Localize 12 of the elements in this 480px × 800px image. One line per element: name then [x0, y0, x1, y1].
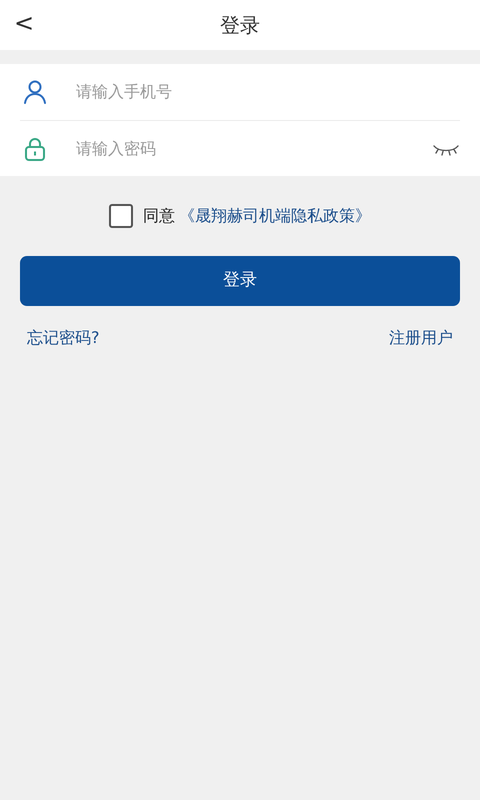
- user-icon: [22, 79, 48, 105]
- agreement-checkbox[interactable]: [109, 204, 133, 228]
- page-title: 登录: [220, 13, 260, 37]
- register-link[interactable]: 注册用户: [389, 326, 453, 350]
- back-button[interactable]: <: [10, 8, 38, 38]
- forgot-password-link[interactable]: 忘记密码?: [27, 326, 100, 350]
- privacy-policy-link[interactable]: 《晟翔赫司机端隐私政策》: [179, 204, 371, 228]
- agree-label: 同意: [143, 205, 175, 227]
- password-field[interactable]: 请输入密码: [74, 136, 432, 162]
- phone-field[interactable]: 请输入手机号: [74, 79, 460, 105]
- login-button[interactable]: 登录: [20, 256, 460, 306]
- lock-icon: [22, 136, 48, 162]
